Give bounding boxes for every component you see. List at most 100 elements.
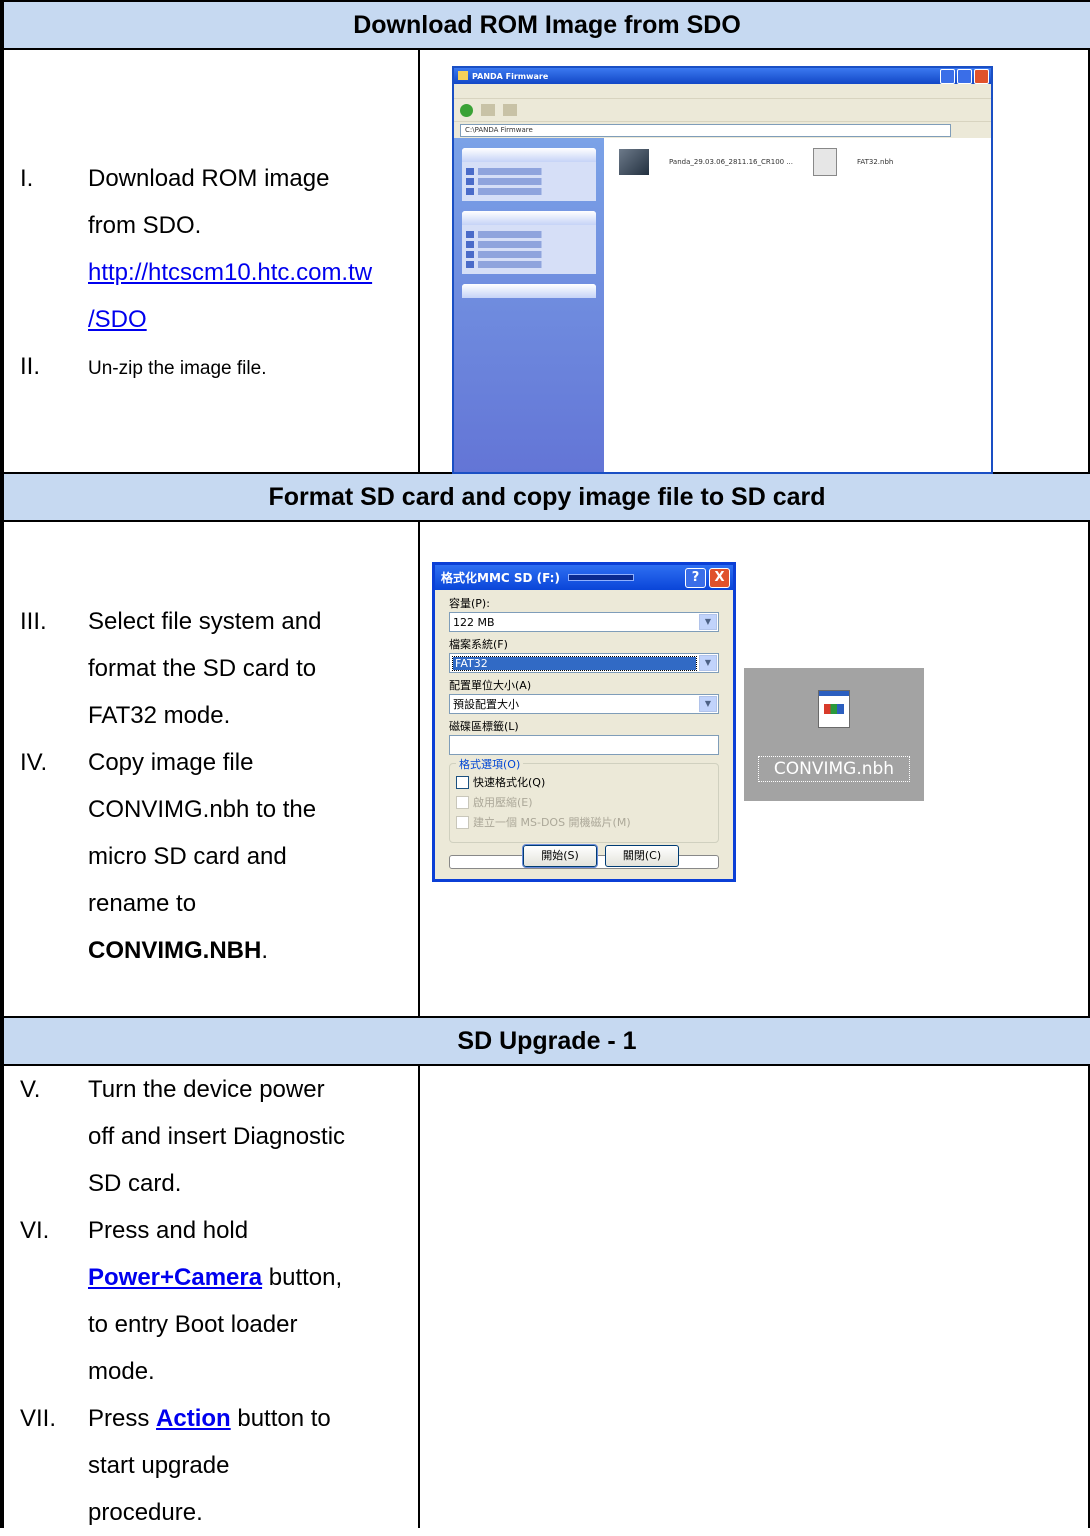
step-text: SD card. — [88, 1170, 182, 1197]
checkbox-icon[interactable] — [456, 775, 469, 789]
checkbox-icon — [456, 815, 469, 829]
step-text: button, — [262, 1264, 343, 1291]
chevron-down-icon[interactable]: ▼ — [699, 614, 717, 630]
step-text: format the SD card to — [88, 655, 317, 682]
step-text: button to — [230, 1405, 331, 1432]
filesystem-value: FAT32 — [452, 655, 697, 671]
explorer-title: PANDA Firmware — [472, 71, 549, 81]
step-item: VI. Press and hold Power+Camera button, … — [20, 1207, 415, 1395]
step-number: I. — [20, 165, 34, 192]
allocation-value: 預設配置大小 — [453, 698, 519, 711]
sdo-link[interactable]: http://htcscm10.htc.com.tw — [88, 259, 372, 286]
explorer-file-list: Panda_29.03.06_2811.16_CR100 ... FAT32.n… — [619, 148, 893, 176]
allocation-label: 配置單位大小(A) — [449, 679, 532, 692]
section-header: Format SD card and copy image file to SD… — [4, 474, 1090, 520]
step-text: to entry Boot loader — [88, 1311, 298, 1338]
step-list: III. Select file system and format the S… — [20, 598, 415, 974]
toolbar-icon — [503, 104, 517, 116]
explorer-titlebar: PANDA Firmware — [454, 68, 991, 84]
volume-label: 磁碟區標籤(L) — [449, 720, 519, 733]
dialog-body: 容量(P): 122 MB ▼ 檔案系統(F) FAT32 ▼ 配置單位大小(A) … — [435, 590, 733, 869]
toolbar-icon — [481, 104, 495, 116]
format-options-group: 格式選項(O) 快速格式化(Q) 啟用壓縮(E) 建立一個 MS-DOS 開機磁… — [449, 756, 719, 843]
address-field: C:\PANDA Firmware — [460, 123, 951, 137]
bootdisk-label: 建立一個 MS-DOS 開機磁片(M) — [473, 816, 631, 829]
filesystem-select[interactable]: FAT32 ▼ — [449, 653, 719, 673]
file-icon — [619, 149, 649, 175]
step-text: from SDO. — [88, 212, 202, 239]
column-divider-3 — [418, 1066, 420, 1528]
step-text: FAT32 mode. — [88, 702, 231, 729]
step-number: III. — [20, 608, 47, 635]
step-text: start upgrade — [88, 1452, 230, 1479]
step-list: V. Turn the device power off and insert … — [20, 1066, 415, 1536]
document-page: Download ROM Image from SDO I. Download … — [0, 0, 1090, 1528]
step-text: Copy image file — [88, 749, 254, 776]
file-name-label: CONVIMG.nbh — [758, 756, 910, 782]
step-number: II. — [20, 353, 41, 380]
step-text: Select file system and — [88, 608, 322, 635]
sdo-link-path[interactable]: /SDO — [88, 306, 147, 333]
power-camera-key[interactable]: Power+Camera — [88, 1264, 262, 1291]
step-number: IV. — [20, 749, 48, 776]
row-divider — [0, 48, 1090, 50]
step-text: Un-zip the image file. — [88, 358, 267, 379]
step-text: Press and hold — [88, 1217, 249, 1244]
minimize-icon — [940, 69, 955, 84]
row-divider — [0, 520, 1090, 522]
step-item: IV. Copy image file CONVIMG.nbh to the m… — [20, 739, 415, 974]
step-item: VII. Press Action button to start upgrad… — [20, 1395, 415, 1536]
file-name: FAT32.nbh — [857, 158, 894, 166]
maximize-icon — [957, 69, 972, 84]
step-item: III. Select file system and format the S… — [20, 598, 415, 739]
capacity-select[interactable]: 122 MB ▼ — [449, 612, 719, 632]
bootdisk-checkbox: 建立一個 MS-DOS 開機磁片(M) — [456, 814, 631, 830]
section-header: Download ROM Image from SDO — [4, 2, 1090, 48]
volume-label-input[interactable] — [449, 735, 719, 755]
step-text: Download ROM image — [88, 165, 330, 192]
allocation-select[interactable]: 預設配置大小 ▼ — [449, 694, 719, 714]
step-item: I. Download ROM image from SDO. http://h… — [20, 155, 415, 343]
step-filename: CONVIMG.NBH — [88, 937, 262, 964]
chevron-down-icon[interactable]: ▼ — [699, 655, 717, 671]
step-item: II. Un-zip the image file. — [20, 343, 415, 392]
explorer-addressbar: C:\PANDA Firmware — [454, 121, 991, 138]
column-divider-1 — [418, 50, 420, 474]
step-text: Turn the device power — [88, 1076, 325, 1103]
close-dialog-button[interactable]: 關閉(C) — [605, 845, 679, 867]
step-list: I. Download ROM image from SDO. http://h… — [20, 155, 415, 392]
quick-format-label: 快速格式化(Q) — [473, 776, 546, 789]
step-item: V. Turn the device power off and insert … — [20, 1066, 415, 1207]
options-legend: 格式選項(O) — [456, 756, 524, 772]
dialog-buttons: 開始(S) 關閉(C) — [435, 844, 733, 868]
file-name: Panda_29.03.06_2811.16_CR100 ... — [669, 158, 793, 166]
convimg-file-screenshot: CONVIMG.nbh — [744, 668, 924, 801]
action-key[interactable]: Action — [156, 1405, 231, 1432]
document-icon — [818, 690, 850, 728]
table-left-border — [0, 0, 4, 1528]
step-number: VI. — [20, 1217, 50, 1244]
close-icon — [974, 69, 989, 84]
step-text: mode. — [88, 1358, 155, 1385]
step-text: CONVIMG.nbh to the — [88, 796, 317, 823]
dialog-title: 格式化MMC SD (F:) — [441, 571, 560, 585]
explorer-screenshot: PANDA Firmware C:\PANDA Firmware Panda_2… — [452, 66, 993, 474]
step-text: rename to — [88, 890, 197, 917]
quick-format-checkbox[interactable]: 快速格式化(Q) — [456, 774, 545, 790]
step-text: . — [261, 937, 269, 964]
step-number: V. — [20, 1076, 41, 1103]
column-divider-2 — [418, 522, 420, 1018]
section-header: SD Upgrade - 1 — [4, 1018, 1090, 1064]
step-text: Press — [88, 1405, 157, 1432]
dialog-titlebar: 格式化MMC SD (F:) ? X — [435, 565, 733, 590]
help-button[interactable]: ? — [685, 568, 706, 588]
checkbox-icon — [456, 795, 469, 809]
title-progress — [567, 574, 634, 581]
start-button[interactable]: 開始(S) — [522, 844, 598, 868]
close-button[interactable]: X — [709, 568, 730, 588]
filesystem-label: 檔案系統(F) — [449, 638, 508, 651]
step-number: VII. — [20, 1405, 57, 1432]
chevron-down-icon[interactable]: ▼ — [699, 696, 717, 712]
explorer-task-pane — [454, 138, 604, 472]
step-text: procedure. — [88, 1499, 203, 1526]
